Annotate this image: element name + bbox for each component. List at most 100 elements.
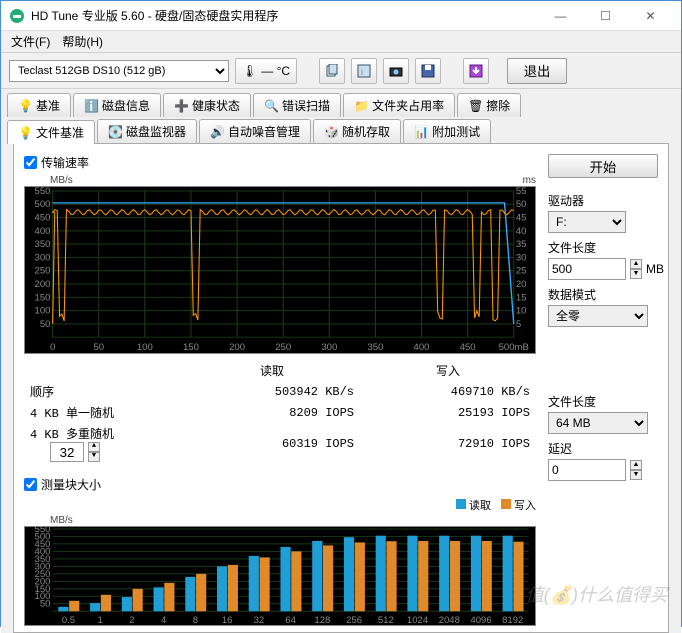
svg-text:500mB: 500mB <box>499 342 529 352</box>
exit-button[interactable]: 退出 <box>507 58 567 84</box>
close-button[interactable]: ✕ <box>628 2 673 30</box>
block-size-chart: 501001502002503003504004505005500.512481… <box>24 526 536 626</box>
bar-y-unit: MB/s <box>24 515 536 526</box>
tab-文件夹占用率[interactable]: 📁文件夹占用率 <box>343 93 455 117</box>
table-row: 4 KB 多重随机 ▲▼ 60319 IOPS 72910 IOPS <box>24 423 536 464</box>
spin-up[interactable]: ▲ <box>630 460 642 470</box>
block-size-checkbox[interactable] <box>24 478 37 491</box>
transfer-rate-text: 传输速率 <box>41 154 89 171</box>
col-write: 写入 <box>360 360 536 381</box>
svg-text:25: 25 <box>516 266 527 276</box>
svg-text:256: 256 <box>346 615 362 625</box>
svg-text:400: 400 <box>35 226 51 236</box>
tab-磁盘信息[interactable]: ℹ️磁盘信息 <box>73 93 161 117</box>
file-length-unit: MB <box>646 262 664 276</box>
tab-文件基准[interactable]: 💡文件基准 <box>7 120 95 144</box>
drive-selector[interactable]: Teclast 512GB DS10 (512 gB) <box>9 60 229 82</box>
svg-text:150: 150 <box>183 342 199 352</box>
svg-text:1: 1 <box>98 615 103 625</box>
thread-count-input[interactable] <box>50 442 84 462</box>
svg-text:10: 10 <box>516 306 527 316</box>
menu-help[interactable]: 帮助(H) <box>56 31 109 52</box>
data-mode-label: 数据模式 <box>548 286 658 303</box>
svg-text:2: 2 <box>129 615 134 625</box>
save-button[interactable] <box>415 58 441 84</box>
tab-磁盘监视器[interactable]: 💽磁盘监视器 <box>97 119 197 143</box>
table-row: 顺序 503942 KB/s 469710 KB/s <box>24 381 536 402</box>
transfer-rate-checkbox[interactable] <box>24 156 37 169</box>
svg-text:500: 500 <box>35 200 51 210</box>
transfer-rate-checkbox-label[interactable]: 传输速率 <box>24 154 536 171</box>
svg-text:400: 400 <box>414 342 430 352</box>
tab-content-file-benchmark: 传输速率 MB/s ms 505100101501520020250253003… <box>13 143 669 633</box>
svg-text:8192: 8192 <box>502 615 523 625</box>
legend-write-swatch <box>501 499 511 509</box>
svg-text:350: 350 <box>367 342 383 352</box>
svg-text:1024: 1024 <box>407 615 428 625</box>
tab-擦除[interactable]: 🗑擦除 <box>457 93 521 117</box>
svg-text:550: 550 <box>35 187 51 196</box>
app-icon <box>9 8 25 24</box>
options-button[interactable] <box>463 58 489 84</box>
maximize-button[interactable]: ☐ <box>583 2 628 30</box>
svg-text:0: 0 <box>50 342 55 352</box>
monitor-icon: 💽 <box>108 125 122 139</box>
svg-text:350: 350 <box>35 239 51 249</box>
screenshot-button[interactable] <box>383 58 409 84</box>
start-button[interactable]: 开始 <box>548 154 658 178</box>
spin-down[interactable]: ▼ <box>630 269 642 279</box>
file-length-input[interactable] <box>548 258 626 280</box>
thermometer-icon: 🌡 <box>242 64 257 78</box>
bar-chart-legend: 读取 写入 <box>24 497 536 513</box>
svg-text:50: 50 <box>40 319 51 329</box>
temperature-value: — °C <box>261 64 290 78</box>
tab-健康状态[interactable]: ➕健康状态 <box>163 93 251 117</box>
copy-info-button[interactable]: i <box>351 58 377 84</box>
tab-随机存取[interactable]: 🎲随机存取 <box>313 119 401 143</box>
tab-自动噪音管理[interactable]: 🔊自动噪音管理 <box>199 119 311 143</box>
delay-label: 延迟 <box>548 440 658 457</box>
svg-text:40: 40 <box>516 226 527 236</box>
svg-text:8: 8 <box>193 615 198 625</box>
spin-down[interactable]: ▼ <box>630 470 642 480</box>
svg-text:250: 250 <box>35 266 51 276</box>
svg-text:30: 30 <box>516 253 527 263</box>
tab-附加测试[interactable]: 📊附加测试 <box>403 119 491 143</box>
svg-text:32: 32 <box>254 615 265 625</box>
svg-text:512: 512 <box>378 615 394 625</box>
svg-text:550: 550 <box>35 527 51 534</box>
svg-text:300: 300 <box>321 342 337 352</box>
drive-letter-label: 驱动器 <box>548 192 658 209</box>
svg-text:128: 128 <box>314 615 330 625</box>
drive-letter-select[interactable]: F: <box>548 211 626 233</box>
svg-text:450: 450 <box>460 342 476 352</box>
delay-input[interactable] <box>548 459 626 481</box>
health-icon: ➕ <box>174 99 188 113</box>
y-axis-unit-right: ms <box>523 175 536 186</box>
tab-错误扫描[interactable]: 🔍错误扫描 <box>253 93 341 117</box>
svg-text:5: 5 <box>516 319 521 329</box>
svg-text:35: 35 <box>516 239 527 249</box>
minimize-button[interactable]: — <box>538 2 583 30</box>
svg-text:4: 4 <box>161 615 166 625</box>
copy-text-button[interactable] <box>319 58 345 84</box>
transfer-rate-chart: 5051001015015200202502530030350354004045… <box>24 186 536 354</box>
data-mode-select[interactable]: 全零 <box>548 305 648 327</box>
svg-text:200: 200 <box>35 279 51 289</box>
file-length-label: 文件长度 <box>548 239 658 256</box>
spin-up[interactable]: ▲ <box>630 259 642 269</box>
spin-down[interactable]: ▼ <box>88 452 100 462</box>
file-length2-select[interactable]: 64 MB <box>548 412 648 434</box>
extra-icon: 📊 <box>414 125 428 139</box>
temperature-display: 🌡 — °C <box>235 58 297 84</box>
svg-text:450: 450 <box>35 213 51 223</box>
svg-text:16: 16 <box>222 615 233 625</box>
block-size-checkbox-label[interactable]: 测量块大小 <box>24 476 536 493</box>
spin-up[interactable]: ▲ <box>88 442 100 452</box>
tab-基准[interactable]: 💡基准 <box>7 93 71 117</box>
legend-read-swatch <box>456 499 466 509</box>
menu-file[interactable]: 文件(F) <box>5 31 56 52</box>
svg-text:15: 15 <box>516 293 527 303</box>
random-icon: 🎲 <box>324 125 338 139</box>
svg-text:i: i <box>361 67 363 77</box>
